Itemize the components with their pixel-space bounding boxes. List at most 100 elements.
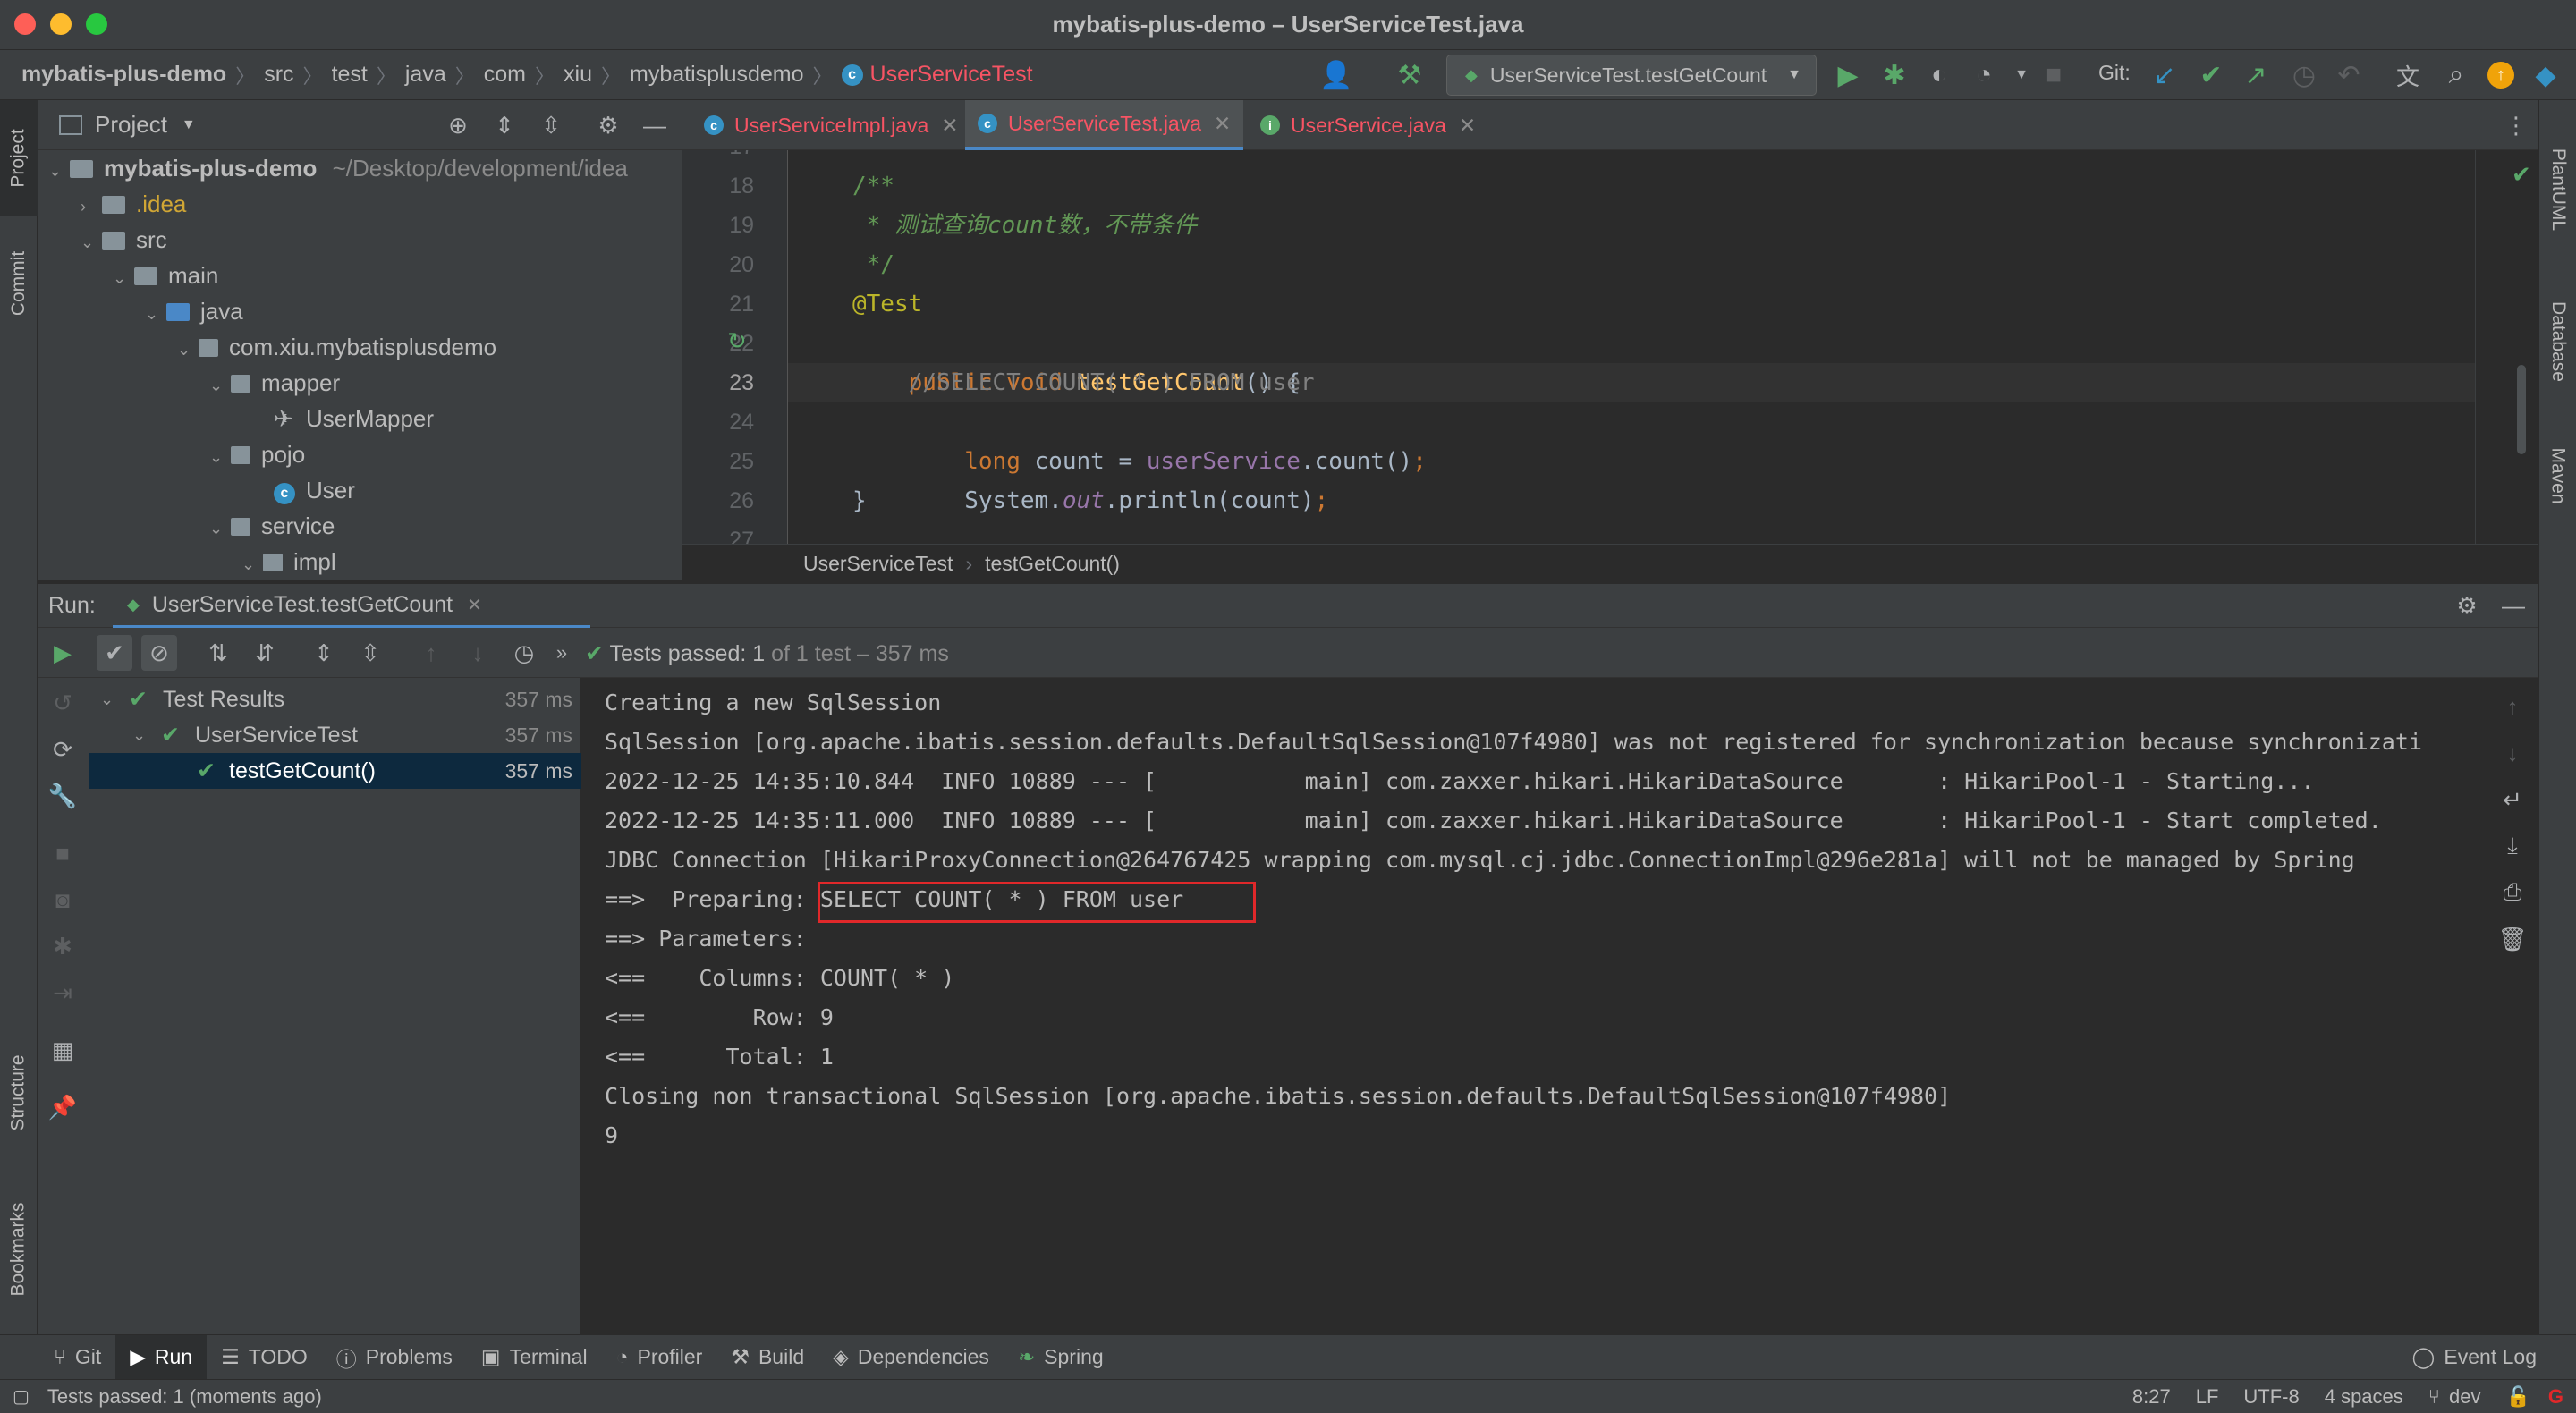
hide-icon[interactable]: —: [637, 107, 673, 143]
close-tab-icon[interactable]: ✕: [1459, 114, 1476, 138]
tree-item-java[interactable]: ⌄ java: [145, 293, 243, 329]
sort-alpha-icon[interactable]: ⇅: [200, 635, 236, 671]
run-icon[interactable]: ▶: [1830, 57, 1866, 93]
more-tabs-icon[interactable]: ⋮: [2498, 107, 2534, 143]
translate-icon[interactable]: 文: [2390, 57, 2426, 93]
bookmarks-tool-tab[interactable]: Bookmarks: [0, 1173, 38, 1325]
close-tab-icon[interactable]: ✕: [1214, 112, 1231, 136]
expand-all-icon[interactable]: ⇕: [306, 635, 342, 671]
tab-todo[interactable]: ☰ TODO: [207, 1335, 322, 1380]
maven-tool-tab[interactable]: Maven: [2539, 422, 2576, 529]
status-message[interactable]: Tests passed: 1 (moments ago): [47, 1385, 322, 1409]
tree-item-main[interactable]: ⌄ main: [113, 258, 218, 293]
coverage-icon[interactable]: ◐: [1921, 57, 1957, 93]
stop-icon[interactable]: ■: [2036, 57, 2072, 93]
tab-userserviceimpl[interactable]: c UserServiceImpl.java ✕: [691, 100, 971, 150]
scroll-thumb[interactable]: [2517, 365, 2526, 454]
tab-run[interactable]: ▶ Run: [115, 1334, 208, 1380]
chevron-down-icon[interactable]: ▼: [2004, 57, 2039, 93]
tree-item-src[interactable]: ⌄ src: [80, 222, 167, 258]
tab-userservicetest[interactable]: c UserServiceTest.java ✕: [965, 100, 1244, 150]
scroll-up-icon[interactable]: ↑: [2495, 689, 2530, 724]
tab-dependencies[interactable]: ◈ Dependencies: [818, 1335, 1004, 1380]
tree-item-idea[interactable]: › .idea: [80, 186, 186, 222]
search-icon[interactable]: ⌕: [2438, 57, 2474, 93]
tab-git[interactable]: ⑂ Git: [39, 1335, 115, 1380]
tree-item-mapper[interactable]: ⌄ mapper: [209, 365, 340, 401]
trash-icon[interactable]: 🗑: [2495, 921, 2530, 957]
tab-userservice[interactable]: i UserService.java ✕: [1248, 100, 1488, 150]
tab-spring[interactable]: ❧ Spring: [1004, 1335, 1118, 1380]
debug-icon[interactable]: ✱: [1877, 57, 1912, 93]
cursor-position[interactable]: 8:27: [2132, 1385, 2171, 1409]
project-tool-tab[interactable]: Project: [0, 100, 38, 216]
breadcrumb-item[interactable]: testGetCount(): [985, 552, 1120, 576]
collapse-all-icon[interactable]: ⇳: [533, 107, 569, 143]
stop-icon[interactable]: ■: [45, 835, 80, 871]
history-icon[interactable]: ◷: [2286, 57, 2322, 93]
tree-item-service[interactable]: ⌄ service: [209, 508, 335, 544]
editor-scrollbar[interactable]: ✔: [2475, 150, 2538, 544]
code-editor[interactable]: 17 18 19 20 21 22 23 24 25 26 27 ↻ /** *…: [682, 150, 2538, 544]
scroll-to-end-icon[interactable]: ⤓: [2495, 828, 2530, 864]
rollback-icon[interactable]: ↶: [2331, 57, 2367, 93]
tree-item-root[interactable]: ⌄ mybatis-plus-demo ~/Desktop/development…: [48, 150, 628, 186]
tab-run-config[interactable]: ◆ UserServiceTest.testGetCount ✕: [113, 584, 590, 629]
breadcrumb-item[interactable]: mybatisplusdemo: [630, 62, 804, 88]
more-icon[interactable]: »: [544, 635, 580, 671]
tree-item-pojo[interactable]: ⌄ pojo: [209, 436, 305, 472]
expand-all-icon[interactable]: ⇕: [487, 107, 522, 143]
structure-tool-tab[interactable]: Structure: [0, 1021, 38, 1164]
plantuml-tool-tab[interactable]: PlantUML: [2539, 118, 2576, 261]
breadcrumb-item[interactable]: test: [332, 62, 368, 88]
exit-icon[interactable]: ⇥: [45, 975, 80, 1011]
rerun-failed-icon[interactable]: ↺: [45, 685, 80, 721]
previous-icon[interactable]: ↑: [413, 635, 449, 671]
google-icon[interactable]: G: [2548, 1385, 2563, 1409]
breadcrumb-item[interactable]: src: [264, 62, 293, 88]
tree-item-usermapper[interactable]: ✈ UserMapper: [274, 401, 434, 436]
git-branch[interactable]: dev: [2449, 1385, 2480, 1409]
wrench-icon[interactable]: 🔧: [45, 778, 80, 814]
breadcrumb-item[interactable]: java: [405, 62, 446, 88]
indent-setting[interactable]: 4 spaces: [2325, 1385, 2403, 1409]
scroll-down-icon[interactable]: ↓: [2495, 735, 2530, 771]
soft-wrap-icon[interactable]: ↵: [2495, 782, 2530, 817]
line-separator[interactable]: LF: [2196, 1385, 2219, 1409]
rerun-icon[interactable]: ▶: [45, 635, 80, 671]
sort-duration-icon[interactable]: ⇵: [247, 635, 283, 671]
history-icon[interactable]: ◷: [506, 635, 542, 671]
toggle-auto-test-icon[interactable]: ⟳: [45, 732, 80, 767]
user-icon[interactable]: 👤: [1318, 57, 1354, 93]
breadcrumb-item[interactable]: mybatis-plus-demo: [21, 62, 226, 88]
locate-icon[interactable]: ⊕: [440, 107, 476, 143]
layout-toggle-icon[interactable]: ▢: [13, 1385, 30, 1408]
test-result-row[interactable]: ⌄ ✔ UserServiceTest 357 ms: [89, 717, 581, 753]
pin-icon[interactable]: 📌: [45, 1089, 80, 1125]
next-icon[interactable]: ↓: [460, 635, 496, 671]
breadcrumb-item[interactable]: com: [484, 62, 526, 88]
layout-icon[interactable]: ▦: [45, 1032, 80, 1068]
close-tab-icon[interactable]: ✕: [941, 114, 958, 138]
update-icon[interactable]: ↑: [2483, 57, 2519, 93]
breadcrumb-item[interactable]: UserServiceTest: [803, 552, 953, 576]
chevron-down-icon[interactable]: ▼: [182, 117, 196, 133]
run-test-gutter-icon[interactable]: ↻: [727, 327, 747, 355]
tab-event-log[interactable]: ◯ Event Log: [2398, 1335, 2551, 1380]
tree-item-impl[interactable]: ⌄ impl: [242, 544, 336, 580]
test-result-row[interactable]: ⌄ ✔ Test Results 357 ms: [89, 681, 581, 717]
gear-icon[interactable]: ⚙: [2449, 588, 2485, 623]
tab-build[interactable]: ⚒ Build: [716, 1335, 818, 1380]
breadcrumb-item[interactable]: xiu: [564, 62, 592, 88]
tree-item-package[interactable]: ⌄ com.xiu.mybatisplusdemo: [177, 329, 496, 365]
print-icon[interactable]: ⎙: [2495, 875, 2530, 910]
lock-icon[interactable]: 🔓: [2505, 1385, 2529, 1409]
tab-problems[interactable]: ⓘ Problems: [322, 1335, 467, 1380]
git-push-icon[interactable]: ↗: [2238, 57, 2274, 93]
run-configuration-select[interactable]: ◆ UserServiceTest.testGetCount ▼: [1446, 55, 1817, 96]
git-commit-icon[interactable]: ✔: [2193, 57, 2229, 93]
database-tool-tab[interactable]: Database: [2539, 279, 2576, 404]
collapse-all-icon[interactable]: ⇳: [352, 635, 388, 671]
breadcrumb-item[interactable]: UserServiceTest: [870, 62, 1033, 88]
file-encoding[interactable]: UTF-8: [2243, 1385, 2299, 1409]
